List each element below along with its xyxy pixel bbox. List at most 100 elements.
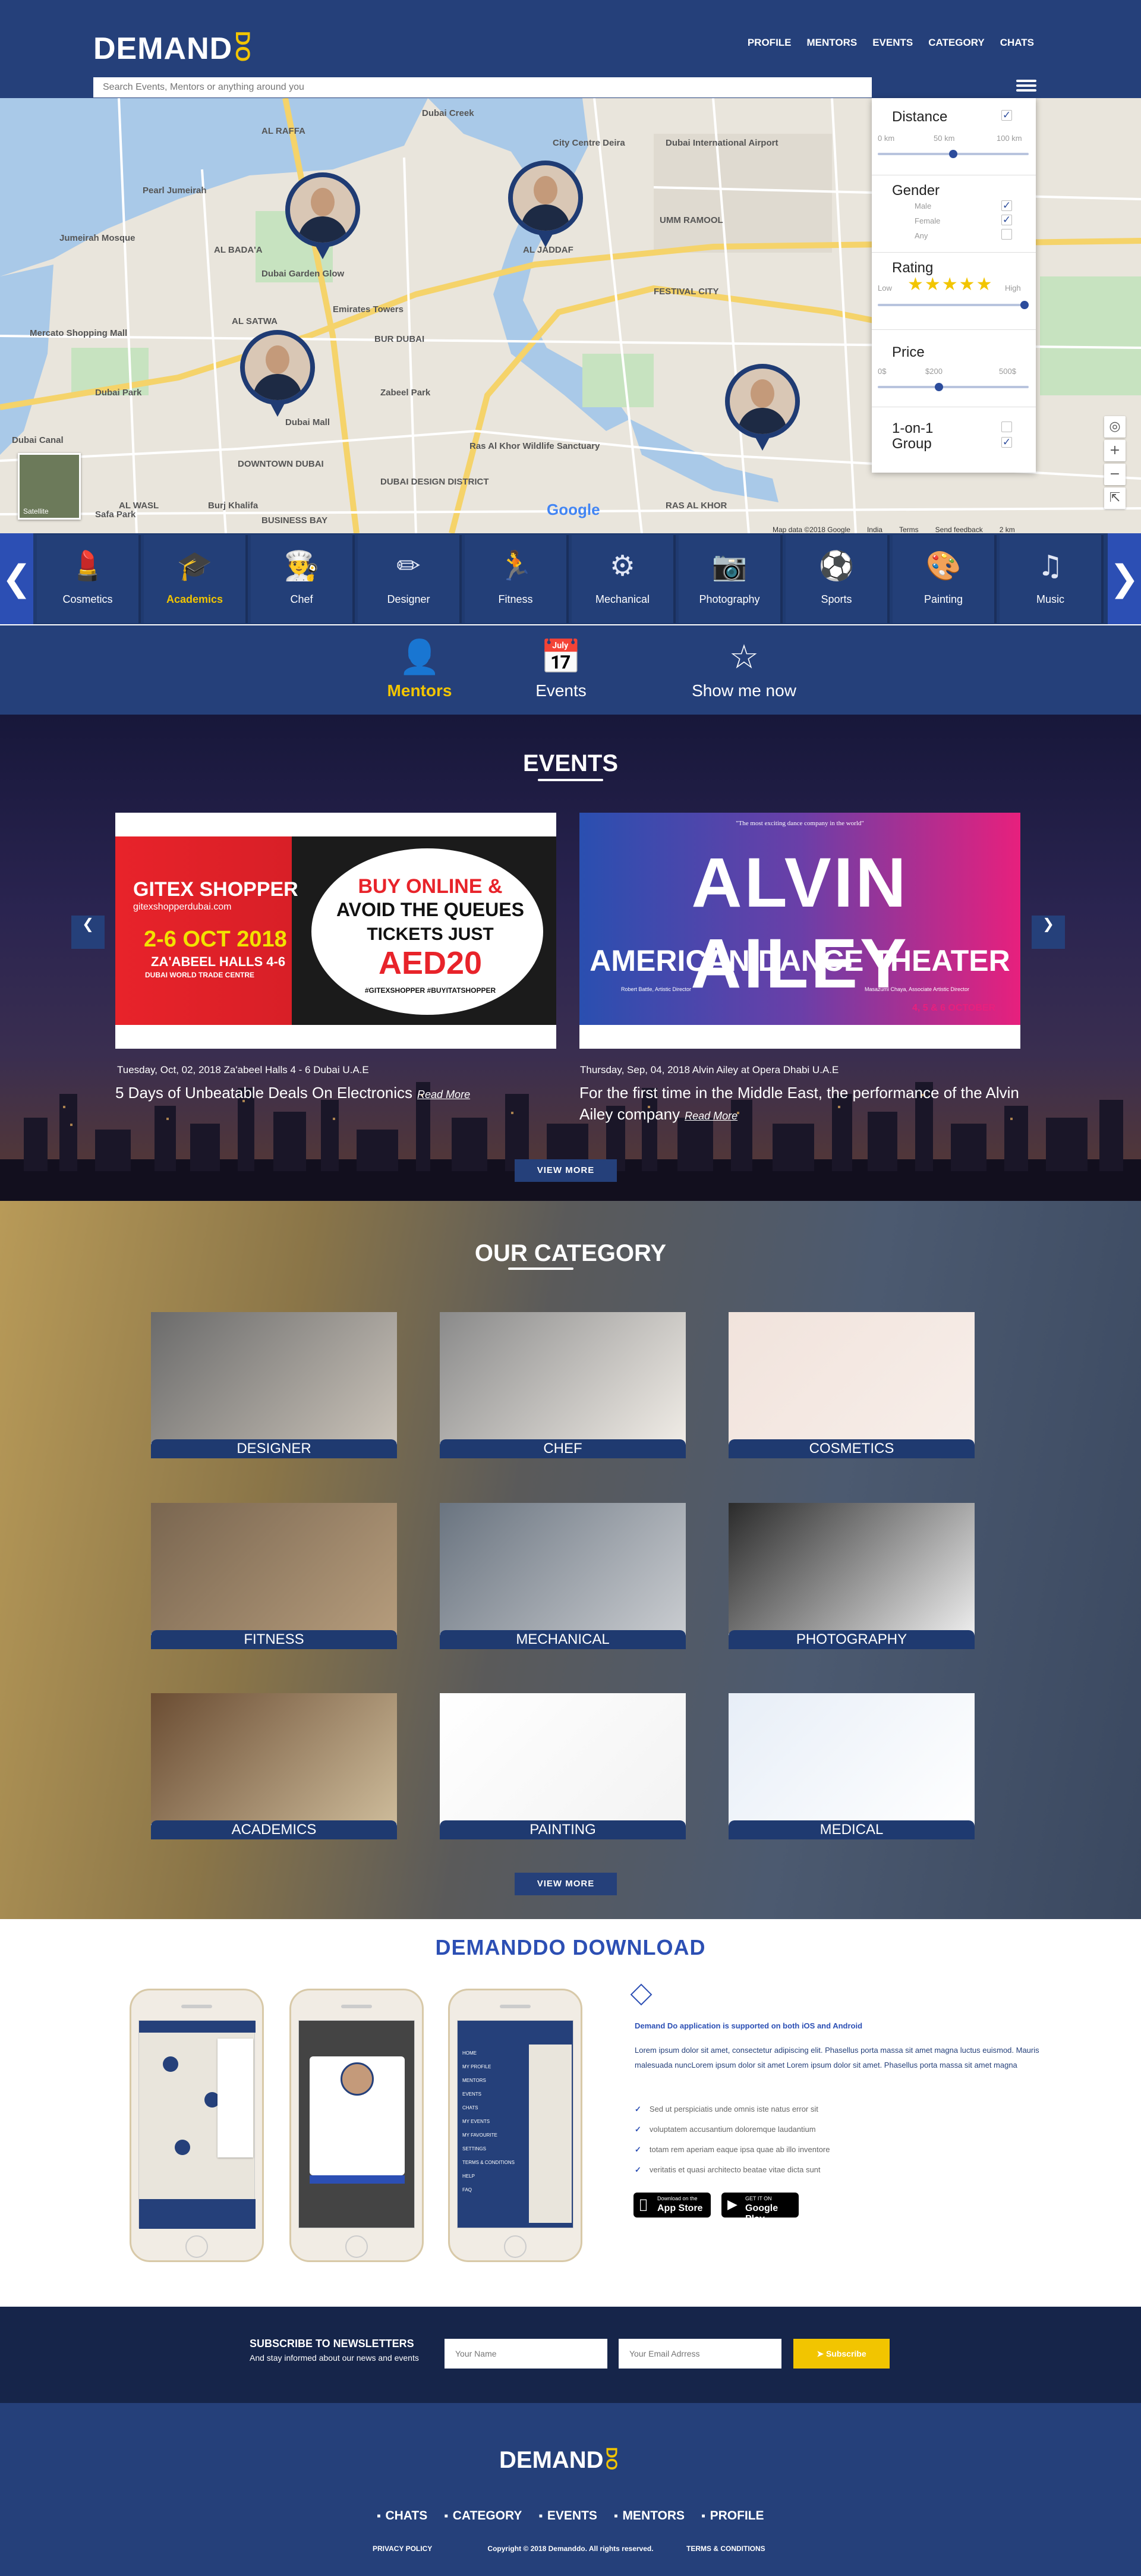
map-label: FESTIVAL CITY bbox=[654, 287, 718, 297]
event-meta: Thursday, Sep, 04, 2018 Alvin Ailey at O… bbox=[580, 1064, 839, 1075]
satellite-toggle[interactable]: Satellite bbox=[18, 453, 81, 520]
price-slider[interactable] bbox=[878, 383, 1029, 391]
footer-logo[interactable]: DEMANDDO bbox=[499, 2447, 621, 2474]
name-input[interactable] bbox=[445, 2339, 607, 2369]
category-music[interactable]: ♫ Music bbox=[1000, 535, 1104, 623]
category-card-cosmetics[interactable]: COSMETICS bbox=[729, 1312, 975, 1458]
category-mechanical[interactable]: ⚙ Mechanical bbox=[572, 535, 676, 623]
read-more-link[interactable]: Read More bbox=[685, 1110, 737, 1122]
event-image-alvin-ailey[interactable]: "The most exciting dance company in the … bbox=[579, 813, 1020, 1049]
brushes-icon: ✏ bbox=[396, 549, 421, 583]
terms-link[interactable]: TERMS & CONDITIONS bbox=[686, 2544, 765, 2553]
category-view-more-button[interactable]: VIEW MORE bbox=[515, 1873, 617, 1895]
map-footer-item[interactable]: Terms bbox=[899, 526, 919, 534]
nav-chats[interactable]: CHATS bbox=[1000, 37, 1034, 49]
phone-mockup-map bbox=[130, 1989, 264, 2262]
tab-mentors[interactable]: 👤 Mentors bbox=[384, 636, 455, 700]
rating-filter: Rating Low ★★★★★ High bbox=[872, 253, 1036, 330]
fullscreen-icon[interactable]: ⇱ bbox=[1104, 487, 1126, 509]
site-logo[interactable]: DEMANDDO bbox=[93, 31, 254, 67]
tab-events[interactable]: 📅 Events bbox=[525, 636, 597, 700]
google-play-button[interactable]: ▶ GET IT ON Google Play bbox=[721, 2193, 799, 2224]
footer-nav-category[interactable]: CATEGORY bbox=[445, 2509, 522, 2522]
mentor-map-pin[interactable] bbox=[725, 364, 800, 453]
gender-female-label: Female bbox=[915, 216, 941, 225]
category-card-image bbox=[440, 1503, 686, 1634]
category-card-painting[interactable]: PAINTING bbox=[440, 1693, 686, 1839]
read-more-link[interactable]: Read More bbox=[417, 1089, 470, 1100]
footer-nav: CHATS CATEGORY EVENTS MENTORS PROFILE bbox=[0, 2509, 1141, 2523]
footer-nav-mentors[interactable]: MENTORS bbox=[614, 2509, 685, 2522]
search-input[interactable] bbox=[93, 77, 872, 97]
map-label: AL SATWA bbox=[232, 316, 278, 326]
mentor-map-pin[interactable] bbox=[285, 172, 360, 262]
locate-icon[interactable]: ◎ bbox=[1104, 416, 1126, 438]
rating-slider[interactable] bbox=[878, 301, 1029, 309]
category-sports[interactable]: ⚽ Sports bbox=[786, 535, 890, 623]
session-filter: 1-on-1 Group ✓ bbox=[872, 407, 1036, 473]
footer-nav-events[interactable]: EVENTS bbox=[539, 2509, 597, 2522]
rating-stars[interactable]: ★★★★★ bbox=[907, 274, 993, 295]
category-chef[interactable]: 👨‍🍳 Chef bbox=[251, 535, 355, 623]
zoom-out-button[interactable]: − bbox=[1104, 464, 1126, 485]
category-card-designer[interactable]: DESIGNER bbox=[151, 1312, 397, 1458]
distance-slider[interactable] bbox=[878, 150, 1029, 158]
category-card-image bbox=[151, 1693, 397, 1824]
events-view-more-button[interactable]: VIEW MORE bbox=[515, 1159, 617, 1182]
map-label: Jumeirah Mosque bbox=[59, 233, 135, 243]
zoom-in-button[interactable]: + bbox=[1104, 440, 1126, 461]
check-icon: ✓ bbox=[635, 2105, 641, 2113]
map-label: AL RAFFA bbox=[261, 126, 305, 136]
map-footer-item[interactable]: India bbox=[867, 526, 882, 534]
event-image-gitex[interactable]: GITEX SHOPPER gitexshopperdubai.com 2-6 … bbox=[115, 813, 556, 1049]
category-card-image bbox=[729, 1312, 975, 1443]
gender-title: Gender bbox=[892, 183, 940, 199]
category-card-medical[interactable]: MEDICAL bbox=[729, 1693, 975, 1839]
mentor-map-pin[interactable] bbox=[508, 161, 583, 250]
one-on-one-checkbox[interactable] bbox=[1001, 422, 1012, 432]
gender-any-checkbox[interactable] bbox=[1001, 229, 1012, 240]
gender-male-checkbox[interactable]: ✓ bbox=[1001, 200, 1012, 211]
distance-checkbox[interactable]: ✓ bbox=[1001, 110, 1012, 121]
category-painting[interactable]: 🎨 Painting bbox=[893, 535, 997, 623]
category-cosmetics[interactable]: 💄 Cosmetics bbox=[37, 535, 141, 623]
category-fitness[interactable]: 🏃 Fitness bbox=[465, 535, 569, 623]
nav-events[interactable]: EVENTS bbox=[872, 37, 913, 49]
category-card-chef[interactable]: CHEF bbox=[440, 1312, 686, 1458]
category-card-fitness[interactable]: FITNESS bbox=[151, 1503, 397, 1649]
events-next-arrow[interactable]: ❯ bbox=[1032, 916, 1065, 949]
category-label: Photography bbox=[699, 593, 760, 605]
category-photography[interactable]: 📷 Photography bbox=[679, 535, 783, 623]
rating-slider-knob[interactable] bbox=[1020, 301, 1029, 309]
gender-female-checkbox[interactable]: ✓ bbox=[1001, 215, 1012, 225]
carousel-prev-button[interactable]: ❮ bbox=[0, 533, 33, 624]
price-slider-knob[interactable] bbox=[935, 383, 943, 391]
subscribe-button[interactable]: ➤ Subscribe bbox=[793, 2339, 890, 2369]
category-label: Academics bbox=[166, 593, 223, 605]
events-prev-arrow[interactable]: ❮ bbox=[71, 916, 105, 949]
engine-icon: ⚙ bbox=[609, 549, 636, 583]
nav-mentors[interactable]: MENTORS bbox=[807, 37, 858, 49]
category-designer[interactable]: ✏ Designer bbox=[358, 535, 462, 623]
footer-nav-profile[interactable]: PROFILE bbox=[702, 2509, 764, 2522]
footer-nav-chats[interactable]: CHATS bbox=[377, 2509, 427, 2522]
privacy-policy-link[interactable]: PRIVACY POLICY bbox=[373, 2544, 432, 2553]
nav-category[interactable]: CATEGORY bbox=[928, 37, 984, 49]
group-checkbox[interactable]: ✓ bbox=[1001, 437, 1012, 448]
nav-profile[interactable]: PROFILE bbox=[748, 37, 792, 49]
category-card-academics[interactable]: ACADEMICS bbox=[151, 1693, 397, 1839]
map-footer-item[interactable]: Send feedback bbox=[935, 526, 983, 534]
gender-any-label: Any bbox=[915, 231, 928, 240]
category-academics[interactable]: 🎓 Academics bbox=[144, 535, 248, 623]
map-label: BUR DUBAI bbox=[374, 334, 424, 344]
category-card-photography[interactable]: PHOTOGRAPHY bbox=[729, 1503, 975, 1649]
app-store-button[interactable]:  Download on the App Store bbox=[633, 2193, 711, 2218]
distance-slider-knob[interactable] bbox=[949, 150, 957, 158]
email-input[interactable] bbox=[619, 2339, 781, 2369]
map-controls: ◎ + − ⇱ bbox=[1104, 416, 1126, 511]
tab-show-me-now[interactable]: ☆ Show me now bbox=[679, 636, 809, 700]
hamburger-menu-icon[interactable] bbox=[1016, 77, 1036, 94]
category-card-mechanical[interactable]: MECHANICAL bbox=[440, 1503, 686, 1649]
carousel-next-button[interactable]: ❯ bbox=[1108, 533, 1141, 624]
mentor-map-pin[interactable] bbox=[240, 330, 315, 419]
